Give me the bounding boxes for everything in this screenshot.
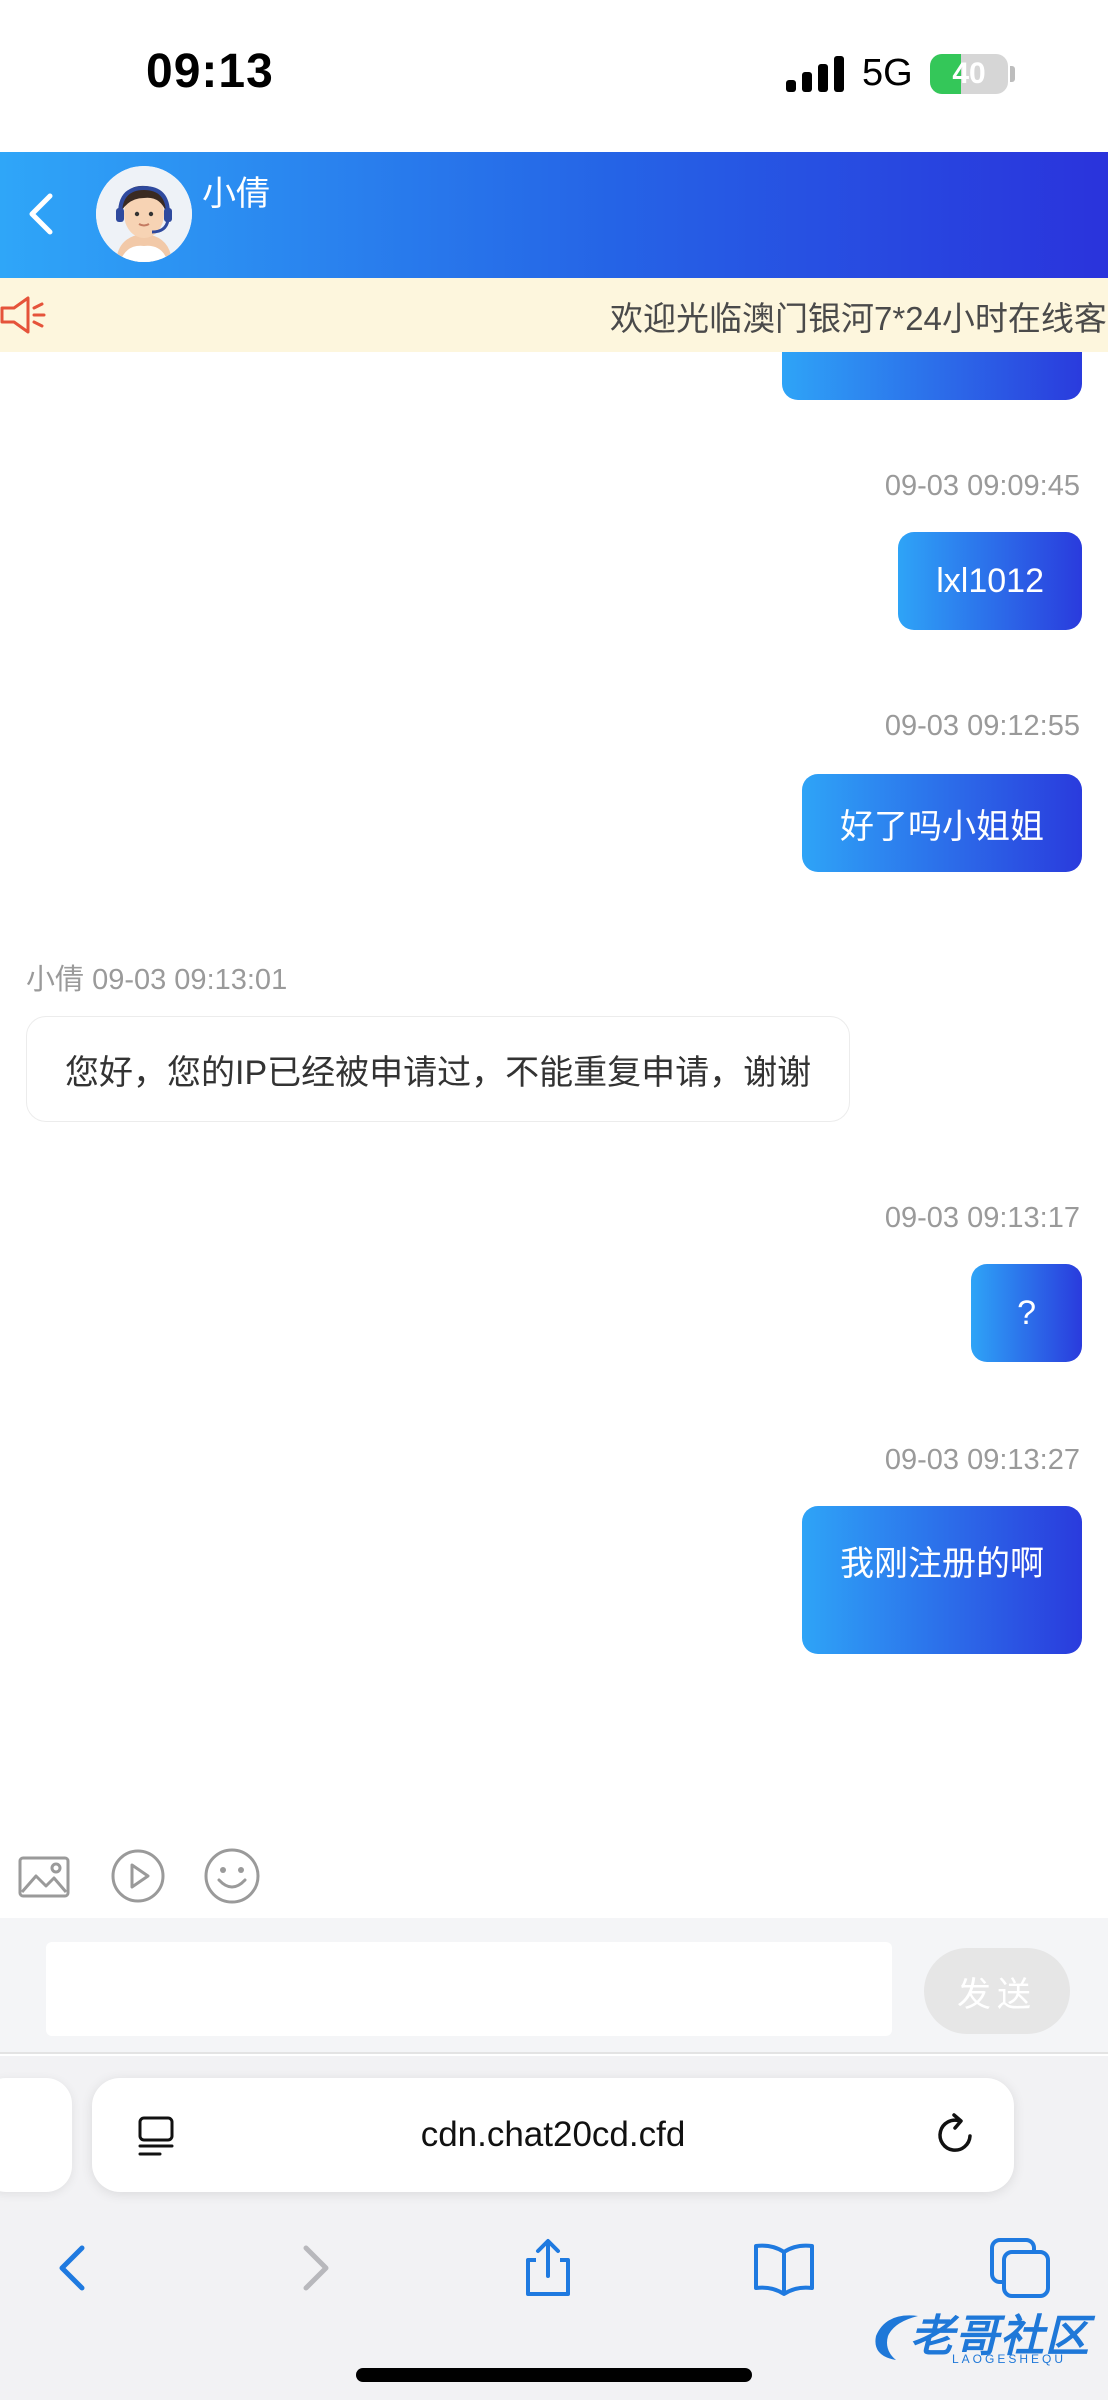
chat-header: 小倩 bbox=[0, 152, 1108, 278]
outgoing-message[interactable]: 我刚注册的啊 bbox=[802, 1506, 1082, 1654]
site-watermark-logo: 老哥社区 LAOGESHEQU bbox=[866, 2300, 1098, 2372]
home-indicator bbox=[356, 2368, 752, 2382]
network-type: 5G bbox=[862, 52, 913, 94]
outgoing-message[interactable]: lxl1012 bbox=[898, 532, 1082, 630]
incoming-message[interactable]: 您好，您的IP已经被申请过，不能重复申请，谢谢 bbox=[26, 1016, 851, 1122]
composer-toolbar bbox=[0, 1840, 1108, 1920]
notice-text: 欢迎光临澳门银河7*24小时在线客 bbox=[610, 300, 1107, 337]
composer: 发送 bbox=[0, 1918, 1108, 2054]
previous-tab[interactable] bbox=[0, 2078, 72, 2192]
support-agent-icon bbox=[96, 166, 192, 262]
video-icon[interactable] bbox=[108, 1846, 168, 1906]
reload-icon[interactable] bbox=[930, 2110, 980, 2160]
page-menu-icon[interactable] bbox=[134, 2114, 178, 2158]
message-input[interactable] bbox=[46, 1942, 892, 2036]
message-time: 09-03 09:13:01 bbox=[92, 964, 288, 996]
page: 09:13 5G 40 小倩 欢迎光临澳门银河7*24小时在线客 09-03 0… bbox=[0, 0, 1108, 2400]
outgoing-message[interactable]: ? bbox=[971, 1264, 1082, 1362]
battery-percent: 40 bbox=[952, 57, 986, 90]
message-time: 09-03 09:12:55 bbox=[884, 710, 1080, 742]
agent-name: 小倩 bbox=[202, 175, 270, 213]
incoming-message-meta: 小倩 09-03 09:13:01 bbox=[26, 956, 287, 998]
message-time: 09-03 09:13:27 bbox=[884, 1444, 1080, 1476]
megaphone-icon bbox=[0, 296, 46, 334]
chevron-left-icon bbox=[29, 193, 53, 235]
battery-icon: 40 bbox=[930, 54, 1008, 94]
browser-toolbar: cdn.chat20cd.cfd 老哥社区 LAOGESHEQU bbox=[0, 2056, 1108, 2400]
tabs-icon[interactable] bbox=[988, 2236, 1052, 2300]
watermark-subtitle: LAOGESHEQU bbox=[952, 2352, 1067, 2366]
send-button[interactable]: 发送 bbox=[924, 1948, 1070, 2034]
sender-name: 小倩 bbox=[26, 964, 85, 996]
emoji-icon[interactable] bbox=[202, 1846, 262, 1906]
outgoing-message[interactable]: 好了吗小姐姐 bbox=[802, 774, 1082, 872]
browser-back-icon[interactable] bbox=[42, 2236, 106, 2300]
message-time: 09-03 09:09:45 bbox=[884, 470, 1080, 502]
battery-nub bbox=[1010, 66, 1015, 82]
notice-bar: 欢迎光临澳门银河7*24小时在线客 bbox=[0, 278, 1108, 352]
message-list[interactable]: 09-03 09:09:45 lxl1012 09-03 09:12:55 好了… bbox=[0, 352, 1108, 1812]
share-icon[interactable] bbox=[516, 2236, 580, 2300]
bookmarks-icon[interactable] bbox=[752, 2236, 816, 2300]
cellular-signal-icon bbox=[786, 56, 844, 92]
status-bar: 09:13 5G 40 bbox=[0, 0, 1108, 152]
address-bar[interactable]: cdn.chat20cd.cfd bbox=[92, 2078, 1014, 2192]
agent-avatar[interactable] bbox=[96, 166, 192, 262]
message-time: 09-03 09:13:17 bbox=[884, 1202, 1080, 1234]
browser-forward-icon[interactable] bbox=[282, 2236, 346, 2300]
truncated-message-bubble bbox=[782, 352, 1082, 400]
image-icon[interactable] bbox=[14, 1846, 74, 1906]
back-button[interactable] bbox=[18, 182, 74, 246]
status-time: 09:13 bbox=[146, 45, 274, 98]
url-text: cdn.chat20cd.cfd bbox=[420, 2115, 686, 2154]
